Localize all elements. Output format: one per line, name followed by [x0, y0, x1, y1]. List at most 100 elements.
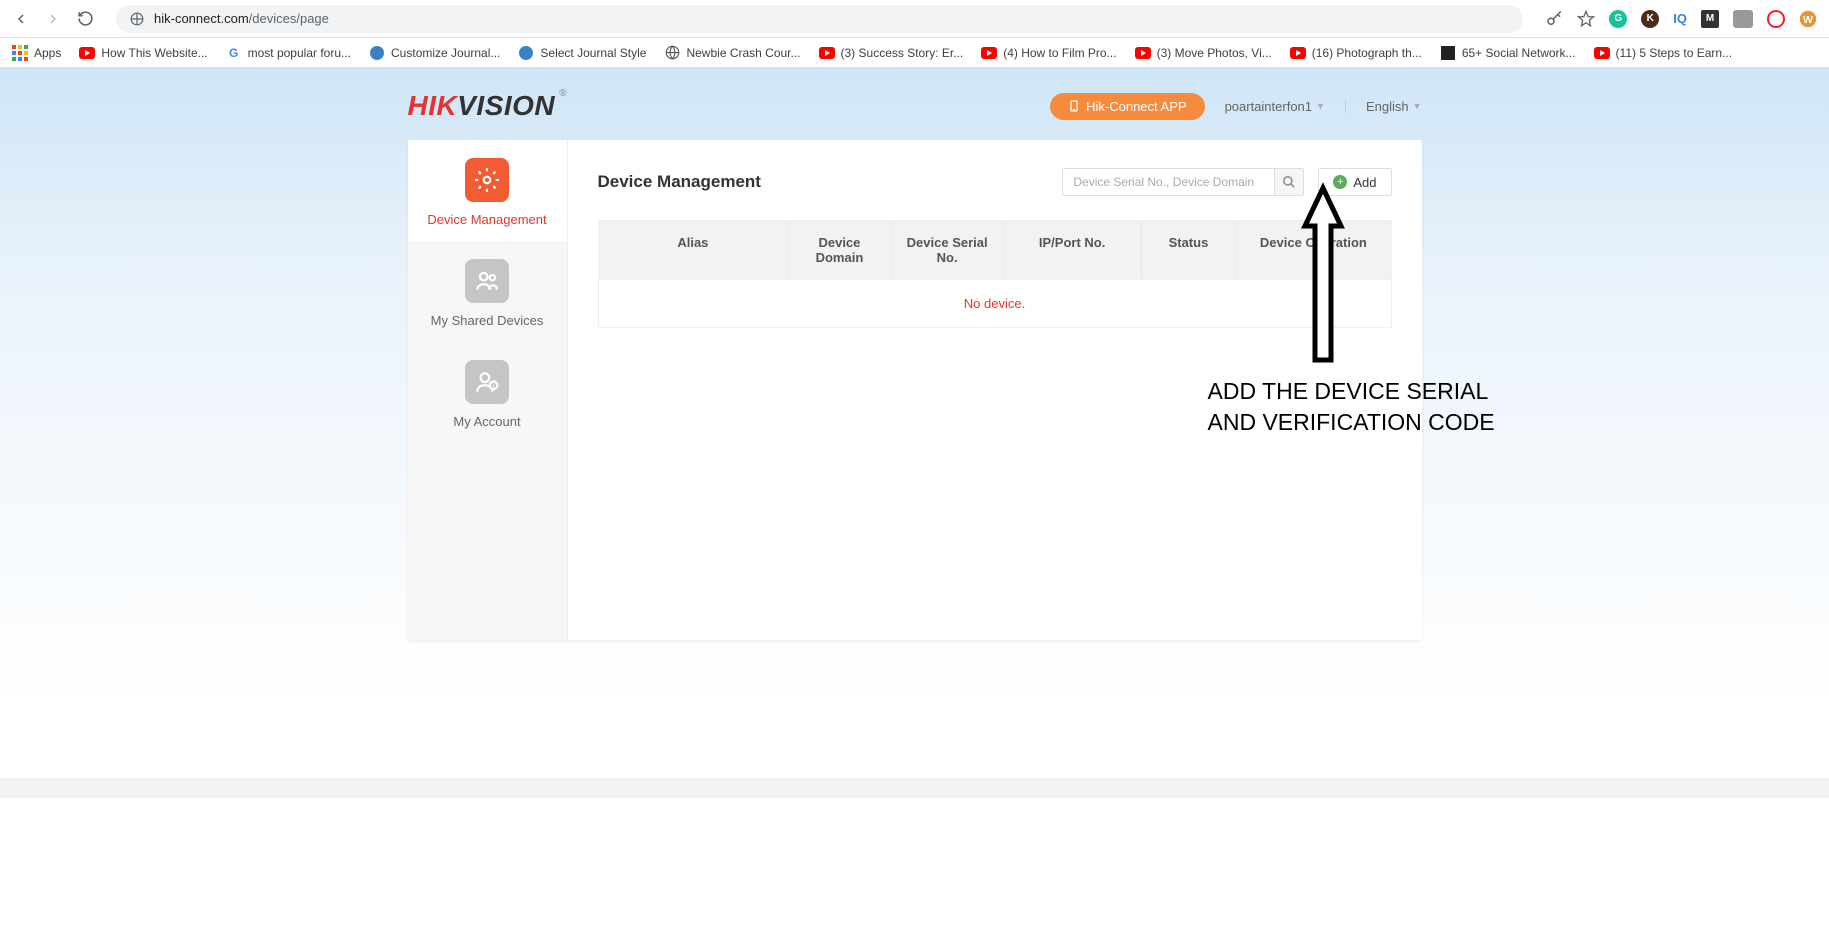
content-area: Device Management + Add [568, 140, 1422, 640]
annotation-text: Add the device serial and verification c… [1208, 376, 1495, 438]
bookmark-label: Newbie Crash Cour... [686, 46, 800, 60]
bookmark-item[interactable]: Customize Journal... [369, 45, 500, 61]
table-header: Alias Device Domain Device Serial No. IP… [599, 221, 1391, 279]
bookmark-label: Customize Journal... [391, 46, 500, 60]
logo-part1: HIK [408, 90, 458, 121]
language-label: English [1366, 99, 1409, 114]
language-dropdown[interactable]: English ▼ [1366, 99, 1422, 114]
separator [1345, 99, 1346, 113]
annotation-line1: Add the device serial [1208, 376, 1495, 407]
bookmark-item[interactable]: (16) Photograph th... [1290, 46, 1422, 60]
page-title: Device Management [598, 172, 761, 192]
youtube-icon [1135, 47, 1151, 59]
sidebar-item-shared-devices[interactable]: My Shared Devices [408, 241, 567, 342]
square-icon [1440, 45, 1456, 61]
page-body: HIKVISION® Hik-Connect APP poartainterfo… [0, 68, 1829, 778]
users-icon [465, 259, 509, 303]
browser-toolbar: hik-connect.com/devices/page G K IQ M W [0, 0, 1829, 38]
bookmark-label: (11) 5 Steps to Earn... [1616, 46, 1733, 60]
col-serial: Device Serial No. [892, 221, 1004, 279]
chevron-down-icon: ▼ [1316, 101, 1325, 111]
logo[interactable]: HIKVISION® [408, 90, 556, 122]
bookmark-label: most popular foru... [248, 46, 351, 60]
toolbar-icons: G K IQ M W [1545, 10, 1817, 28]
search-button[interactable] [1274, 168, 1304, 196]
youtube-icon [981, 47, 997, 59]
footer-bar [0, 778, 1829, 798]
col-ip: IP/Port No. [1004, 221, 1142, 279]
add-button-label: Add [1353, 175, 1376, 190]
svg-text:W: W [1803, 13, 1813, 25]
bookmark-label: 65+ Social Network... [1462, 46, 1576, 60]
content-header-right: + Add [1062, 168, 1391, 196]
bookmark-item[interactable]: Select Journal Style [518, 45, 646, 61]
username-label: poartainterfon1 [1225, 99, 1312, 114]
reload-button[interactable] [76, 10, 94, 28]
bookmark-item[interactable]: (3) Move Photos, Vi... [1135, 46, 1272, 60]
bookmark-label: (4) How to Film Pro... [1003, 46, 1116, 60]
youtube-icon [1290, 47, 1306, 59]
col-status: Status [1142, 221, 1237, 279]
registered-mark: ® [559, 88, 567, 99]
url-path: /devices/page [249, 11, 329, 26]
hik-connect-app-button[interactable]: Hik-Connect APP [1050, 93, 1204, 120]
bookmark-item[interactable]: (3) Success Story: Er... [819, 46, 964, 60]
journal-icon [518, 45, 534, 61]
bookmark-item[interactable]: Newbie Crash Cour... [664, 45, 800, 61]
plus-circle-icon: + [1333, 175, 1347, 189]
table-empty-message: No device. [599, 279, 1391, 327]
main-panel: Device Management My Shared Devices i My… [408, 140, 1422, 640]
content-header: Device Management + Add [598, 168, 1392, 196]
youtube-icon [1594, 47, 1610, 59]
logo-part2: VISION [457, 90, 555, 121]
sidebar-item-device-management[interactable]: Device Management [408, 140, 567, 241]
ext-k-icon[interactable]: K [1641, 10, 1659, 28]
sidebar-item-label: My Account [416, 414, 559, 429]
journal-icon [369, 45, 385, 61]
url-bar[interactable]: hik-connect.com/devices/page [116, 5, 1523, 33]
ext-m-icon[interactable]: M [1701, 10, 1719, 28]
ext-wp-icon[interactable]: W [1799, 10, 1817, 28]
header-right: Hik-Connect APP poartainterfon1 ▼ Englis… [1050, 93, 1421, 120]
sidebar-item-my-account[interactable]: i My Account [408, 342, 567, 443]
ext-opera-icon[interactable] [1767, 10, 1785, 28]
globe-icon [664, 45, 680, 61]
bookmark-item[interactable]: Gmost popular foru... [226, 45, 351, 61]
device-table: Alias Device Domain Device Serial No. IP… [598, 220, 1392, 328]
bookmark-item[interactable]: (11) 5 Steps to Earn... [1594, 46, 1733, 60]
sidebar-item-label: My Shared Devices [416, 313, 559, 328]
sidebar-item-label: Device Management [416, 212, 559, 227]
search-icon [1282, 175, 1296, 189]
google-icon: G [226, 45, 242, 61]
back-button[interactable] [12, 10, 30, 28]
chevron-down-icon: ▼ [1413, 101, 1422, 111]
search-input[interactable] [1062, 168, 1274, 196]
apps-grid-icon [12, 45, 28, 61]
bookmark-label: (16) Photograph th... [1312, 46, 1422, 60]
bookmark-label: (3) Success Story: Er... [841, 46, 964, 60]
key-icon[interactable] [1545, 10, 1563, 28]
star-icon[interactable] [1577, 10, 1595, 28]
user-info-icon: i [465, 360, 509, 404]
bookmark-label: Apps [34, 46, 61, 60]
col-domain: Device Domain [788, 221, 891, 279]
bookmark-label: (3) Move Photos, Vi... [1157, 46, 1272, 60]
ext-grammarly-icon[interactable]: G [1609, 10, 1627, 28]
site-header: HIKVISION® Hik-Connect APP poartainterfo… [408, 68, 1422, 140]
col-alias: Alias [599, 221, 789, 279]
app-button-label: Hik-Connect APP [1086, 99, 1186, 114]
add-button[interactable]: + Add [1318, 168, 1391, 196]
bookmark-apps[interactable]: Apps [12, 45, 61, 61]
bookmark-label: How This Website... [101, 46, 207, 60]
ext-gray-icon[interactable] [1733, 10, 1753, 28]
bookmark-item[interactable]: How This Website... [79, 46, 207, 60]
sidebar: Device Management My Shared Devices i My… [408, 140, 568, 640]
username-dropdown[interactable]: poartainterfon1 ▼ [1225, 99, 1325, 114]
ext-iq-icon[interactable]: IQ [1673, 11, 1687, 26]
bookmark-item[interactable]: 65+ Social Network... [1440, 45, 1576, 61]
youtube-icon [819, 47, 835, 59]
bookmark-item[interactable]: (4) How to Film Pro... [981, 46, 1116, 60]
col-operation: Device Operation [1236, 221, 1390, 279]
forward-button[interactable] [44, 10, 62, 28]
annotation-line2: and verification code [1208, 407, 1495, 438]
